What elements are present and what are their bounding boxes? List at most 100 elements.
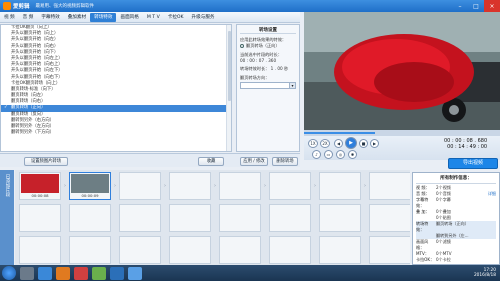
timeline-clip-empty[interactable] — [119, 204, 161, 232]
menu-subtitle[interactable]: 字幕特效 — [37, 13, 63, 22]
taskbar-app-android-icon[interactable] — [92, 266, 106, 280]
tray-date: 2016/8/18 — [473, 273, 496, 278]
list-item[interactable]: 翻转到另外（下方向） — [1, 130, 231, 136]
system-tray[interactable]: 17:20 2016/8/18 — [474, 268, 500, 278]
close-icon[interactable]: × — [484, 0, 500, 12]
transition-arrow-icon[interactable]: › — [112, 172, 118, 200]
timeline-clip-empty[interactable] — [19, 204, 61, 232]
clip-thumbnail — [21, 174, 59, 193]
maximize-icon[interactable]: □ — [468, 0, 484, 12]
transition-arrow-icon[interactable]: › — [62, 172, 68, 200]
start-button-icon[interactable] — [2, 266, 16, 280]
menu-style[interactable]: 画面风格 — [116, 13, 142, 22]
taskbar-app-editor-icon[interactable] — [128, 266, 142, 280]
app-name: 爱剪辑 — [13, 4, 30, 10]
timeline-clip-empty[interactable] — [269, 236, 311, 264]
duration-value: 1 . 00 — [270, 66, 283, 71]
info-title: 所有制作信息： — [416, 175, 496, 184]
timeline-clip-empty[interactable] — [369, 204, 410, 232]
title-bar: 爱剪辑 最易用、强大的视频剪辑软件 – □ × — [0, 0, 500, 12]
chevron-down-icon[interactable]: ▾ — [289, 83, 295, 88]
production-info-panel: 所有制作信息： 视 频： 2个视频 音 频： 0个音频 详细 字幕特效： 0个字幕 叠 … — [412, 172, 500, 265]
timeline-clip-selected[interactable]: 00:00:09 — [69, 172, 111, 200]
set-transition-button[interactable]: 设置频图片转场 — [24, 156, 68, 166]
info-row: 卡拉OK： 0个卡拉 — [416, 257, 451, 262]
transition-effects-list: 卡拉OK翻页（向上） 开头以翻页开始（向上） 开头以翻页开始（向左） 开头以翻页… — [0, 24, 232, 152]
taskbar-app-player-icon[interactable] — [74, 266, 88, 280]
transition-arrow-icon[interactable]: › — [162, 172, 168, 200]
transition-arrow-icon[interactable]: › — [262, 172, 268, 200]
transition-arrow-icon[interactable]: › — [312, 172, 318, 200]
delete-transition-button[interactable]: 删除转场 — [272, 156, 298, 166]
taskbar-app-firefox-icon[interactable] — [56, 266, 70, 280]
snapshot-icon[interactable]: ◎ — [336, 150, 345, 159]
info-row: 字幕特效： 0个字幕 — [416, 197, 451, 208]
added-clips-label: 已添加片段 — [5, 174, 10, 197]
menu-upgrade[interactable]: 升级与服务 — [188, 13, 219, 22]
scrollbar-thumb[interactable] — [228, 31, 231, 101]
radio-icon[interactable] — [240, 44, 244, 48]
menu-transition[interactable]: 转场特效 — [90, 12, 117, 22]
clip-caption: 00:00:09 — [81, 193, 99, 198]
play-icon[interactable]: ▶ — [345, 137, 357, 149]
timeline-clip-empty[interactable] — [19, 236, 61, 264]
taskbar-app-word-icon[interactable] — [110, 266, 124, 280]
action-bar: 设置频图片转场 收藏 应用 / 修改 删除转场 — [0, 153, 300, 167]
export-video-button[interactable]: 导出视频 — [448, 158, 498, 169]
timeline-clip-empty[interactable] — [369, 236, 410, 264]
timeline-clip-empty[interactable] — [219, 204, 261, 232]
direction-select[interactable]: ▾ — [240, 82, 296, 89]
folder-icon[interactable]: ▭ — [324, 150, 333, 159]
zoom-button[interactable]: 2X — [320, 139, 330, 148]
timeline-clip-empty[interactable] — [219, 236, 261, 264]
timeline-clip-empty[interactable] — [169, 204, 211, 232]
menu-video[interactable]: 视 频 — [0, 13, 19, 22]
favorite-button[interactable]: 收藏 — [198, 156, 224, 166]
prev-frame-icon[interactable]: ◀ — [334, 139, 343, 148]
timeline-clip-empty[interactable] — [319, 204, 361, 232]
app-slogan: 最易用、强大的视频剪辑软件 — [35, 4, 95, 9]
timeline-clip-empty[interactable] — [169, 172, 211, 200]
duration-unit: 秒 — [284, 66, 289, 71]
app-logo-icon — [3, 2, 11, 10]
track-2 — [15, 204, 410, 234]
timeline-clip-empty[interactable] — [169, 236, 211, 264]
info-row: 画面风格： 0个滤镜 — [416, 239, 451, 250]
added-clips-tab[interactable]: 已添加片段 — [0, 170, 14, 265]
transition-arrow-icon[interactable]: › — [362, 172, 368, 200]
minimize-icon[interactable]: – — [452, 0, 468, 12]
timecode-display: 00 : 00 : 08 . 680 00 : 14 : 49 : 00 — [444, 138, 487, 150]
menu-karaoke[interactable]: 卡拉OK — [164, 13, 188, 22]
timeline-clip-empty[interactable] — [219, 172, 261, 200]
taskbar-app-explorer-icon[interactable] — [20, 266, 34, 280]
timeline-clip-empty[interactable] — [319, 236, 361, 264]
timeline-clip-empty[interactable] — [319, 172, 361, 200]
apply-button[interactable]: 应用 / 修改 — [240, 156, 268, 166]
timeline-clip[interactable]: 00:00:08 — [19, 172, 61, 200]
apply-option[interactable]: 翻页转场（正向） — [240, 43, 296, 49]
preview-frame-image — [304, 12, 500, 130]
timeline-clip-empty[interactable] — [369, 172, 410, 200]
transition-arrow-icon[interactable]: › — [212, 172, 218, 200]
settings-icon[interactable]: ✱ — [348, 150, 357, 159]
windows-taskbar: 17:20 2016/8/18 — [0, 265, 500, 281]
next-frame-icon[interactable]: ▶ — [370, 139, 379, 148]
detail-link[interactable]: 详细 — [488, 191, 496, 197]
info-row: 转场特效： 翻页转场（正向） — [416, 221, 496, 233]
settings-title: 转场设置 — [240, 27, 296, 34]
taskbar-app-ie-icon[interactable] — [38, 266, 52, 280]
timeline-clip-empty[interactable] — [269, 172, 311, 200]
speed-button[interactable]: 1X — [308, 139, 318, 148]
timeline-clip-empty[interactable] — [69, 236, 111, 264]
timeline-clip-empty[interactable] — [119, 236, 161, 264]
menu-audio[interactable]: 音 频 — [19, 13, 38, 22]
timeline-clip-empty[interactable] — [119, 172, 161, 200]
volume-icon[interactable]: ♪ — [312, 150, 321, 159]
list-scrollbar[interactable] — [226, 25, 231, 151]
transition-settings-panel: 转场设置 应用此转场效果的特效： 翻页转场（正向） 当前选中片段的时长： 00 … — [236, 24, 300, 152]
timeline-clip-empty[interactable] — [69, 204, 111, 232]
menu-overlay[interactable]: 叠加素材 — [64, 13, 90, 22]
stop-icon[interactable]: ■ — [359, 139, 368, 148]
menu-mtv[interactable]: M T V — [143, 13, 164, 22]
timeline-clip-empty[interactable] — [269, 204, 311, 232]
